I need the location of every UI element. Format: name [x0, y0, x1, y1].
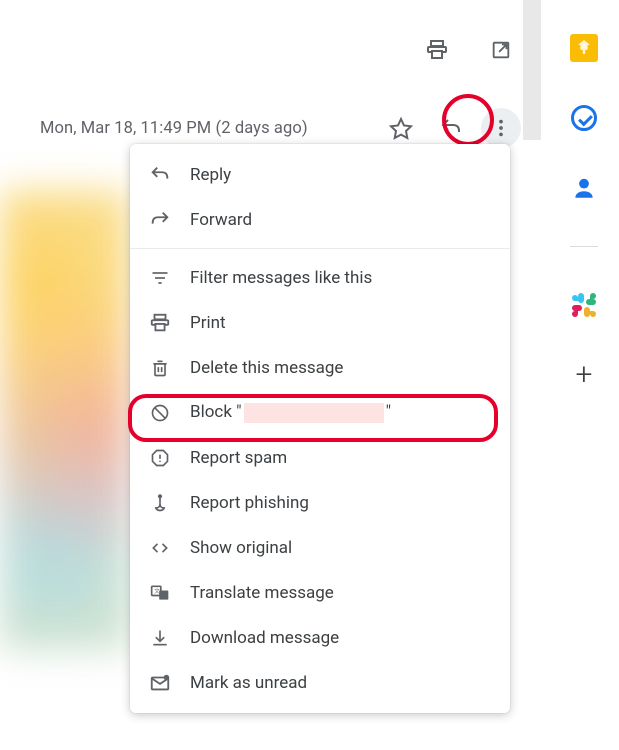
menu-item-report-phishing[interactable]: Report phishing	[130, 480, 510, 525]
svg-text:文: 文	[154, 587, 160, 595]
contacts-icon	[571, 175, 597, 201]
translate-icon: 文	[148, 581, 172, 605]
menu-item-show-original[interactable]: Show original	[130, 525, 510, 570]
report-phishing-icon	[148, 491, 172, 515]
print-button[interactable]	[417, 30, 457, 70]
menu-divider	[130, 248, 510, 249]
more-button[interactable]	[481, 108, 521, 148]
sidepanel-keep[interactable]	[568, 32, 600, 64]
menu-item-forward[interactable]: Forward	[130, 197, 510, 242]
message-timestamp: Mon, Mar 18, 11:49 PM (2 days ago)	[40, 119, 375, 138]
slack-icon	[570, 291, 598, 319]
menu-item-reply[interactable]: Reply	[130, 152, 510, 197]
open-in-new-button[interactable]	[481, 30, 521, 70]
code-icon	[148, 536, 172, 560]
menu-item-label: Mark as unread	[190, 673, 307, 693]
menu-item-filter[interactable]: Filter messages like this	[130, 255, 510, 300]
menu-item-label: Report spam	[190, 448, 287, 468]
block-icon	[148, 401, 172, 425]
tasks-icon	[571, 105, 597, 131]
more-vert-icon	[489, 116, 513, 140]
menu-item-delete[interactable]: Delete this message	[130, 345, 510, 390]
menu-item-label: Reply	[190, 165, 231, 185]
sidepanel-add[interactable]: +	[568, 359, 600, 391]
star-button[interactable]	[381, 108, 421, 148]
menu-item-mark-unread[interactable]: Mark as unread	[130, 660, 510, 705]
reply-button[interactable]	[431, 108, 471, 148]
star-icon	[389, 116, 413, 140]
print-icon	[425, 38, 449, 62]
email-view-area: Mon, Mar 18, 11:49 PM (2 days ago)	[0, 0, 541, 750]
menu-item-label: Translate message	[190, 583, 334, 603]
menu-item-translate[interactable]: 文 Translate message	[130, 570, 510, 615]
vertical-scrollbar[interactable]	[523, 0, 541, 140]
sidepanel-contacts[interactable]	[568, 172, 600, 204]
open-in-new-icon	[489, 38, 513, 62]
message-meta-row: Mon, Mar 18, 11:49 PM (2 days ago)	[40, 108, 521, 148]
block-label-suffix: "	[386, 402, 391, 422]
menu-item-label: Filter messages like this	[190, 268, 372, 288]
message-more-menu: Reply Forward Filter messages like this …	[130, 144, 510, 713]
message-toolbar	[417, 30, 521, 70]
keep-icon	[570, 34, 598, 62]
side-panel: +	[549, 0, 619, 750]
blurred-email-content	[0, 190, 130, 650]
redacted-sender-name	[244, 403, 384, 423]
menu-item-label: Show original	[190, 538, 292, 558]
sidepanel-slack[interactable]	[568, 289, 600, 321]
plus-icon: +	[576, 360, 593, 390]
menu-item-label: Print	[190, 313, 226, 333]
report-spam-icon	[148, 446, 172, 470]
menu-item-print[interactable]: Print	[130, 300, 510, 345]
download-icon	[148, 626, 172, 650]
block-label-prefix: Block "	[190, 402, 242, 422]
menu-item-download[interactable]: Download message	[130, 615, 510, 660]
sidepanel-divider	[570, 246, 598, 247]
menu-item-label: Delete this message	[190, 358, 343, 378]
sidepanel-tasks[interactable]	[568, 102, 600, 134]
menu-item-label: Forward	[190, 210, 252, 230]
filter-icon	[148, 266, 172, 290]
menu-item-block[interactable]: Block " "	[130, 390, 510, 435]
menu-item-label: Block " "	[190, 402, 391, 423]
menu-item-report-spam[interactable]: Report spam	[130, 435, 510, 480]
reply-icon	[148, 163, 172, 187]
reply-icon	[439, 116, 463, 140]
print-icon	[148, 311, 172, 335]
menu-item-label: Download message	[190, 628, 339, 648]
mark-unread-icon	[148, 671, 172, 695]
menu-item-label: Report phishing	[190, 493, 309, 513]
forward-icon	[148, 208, 172, 232]
trash-icon	[148, 356, 172, 380]
